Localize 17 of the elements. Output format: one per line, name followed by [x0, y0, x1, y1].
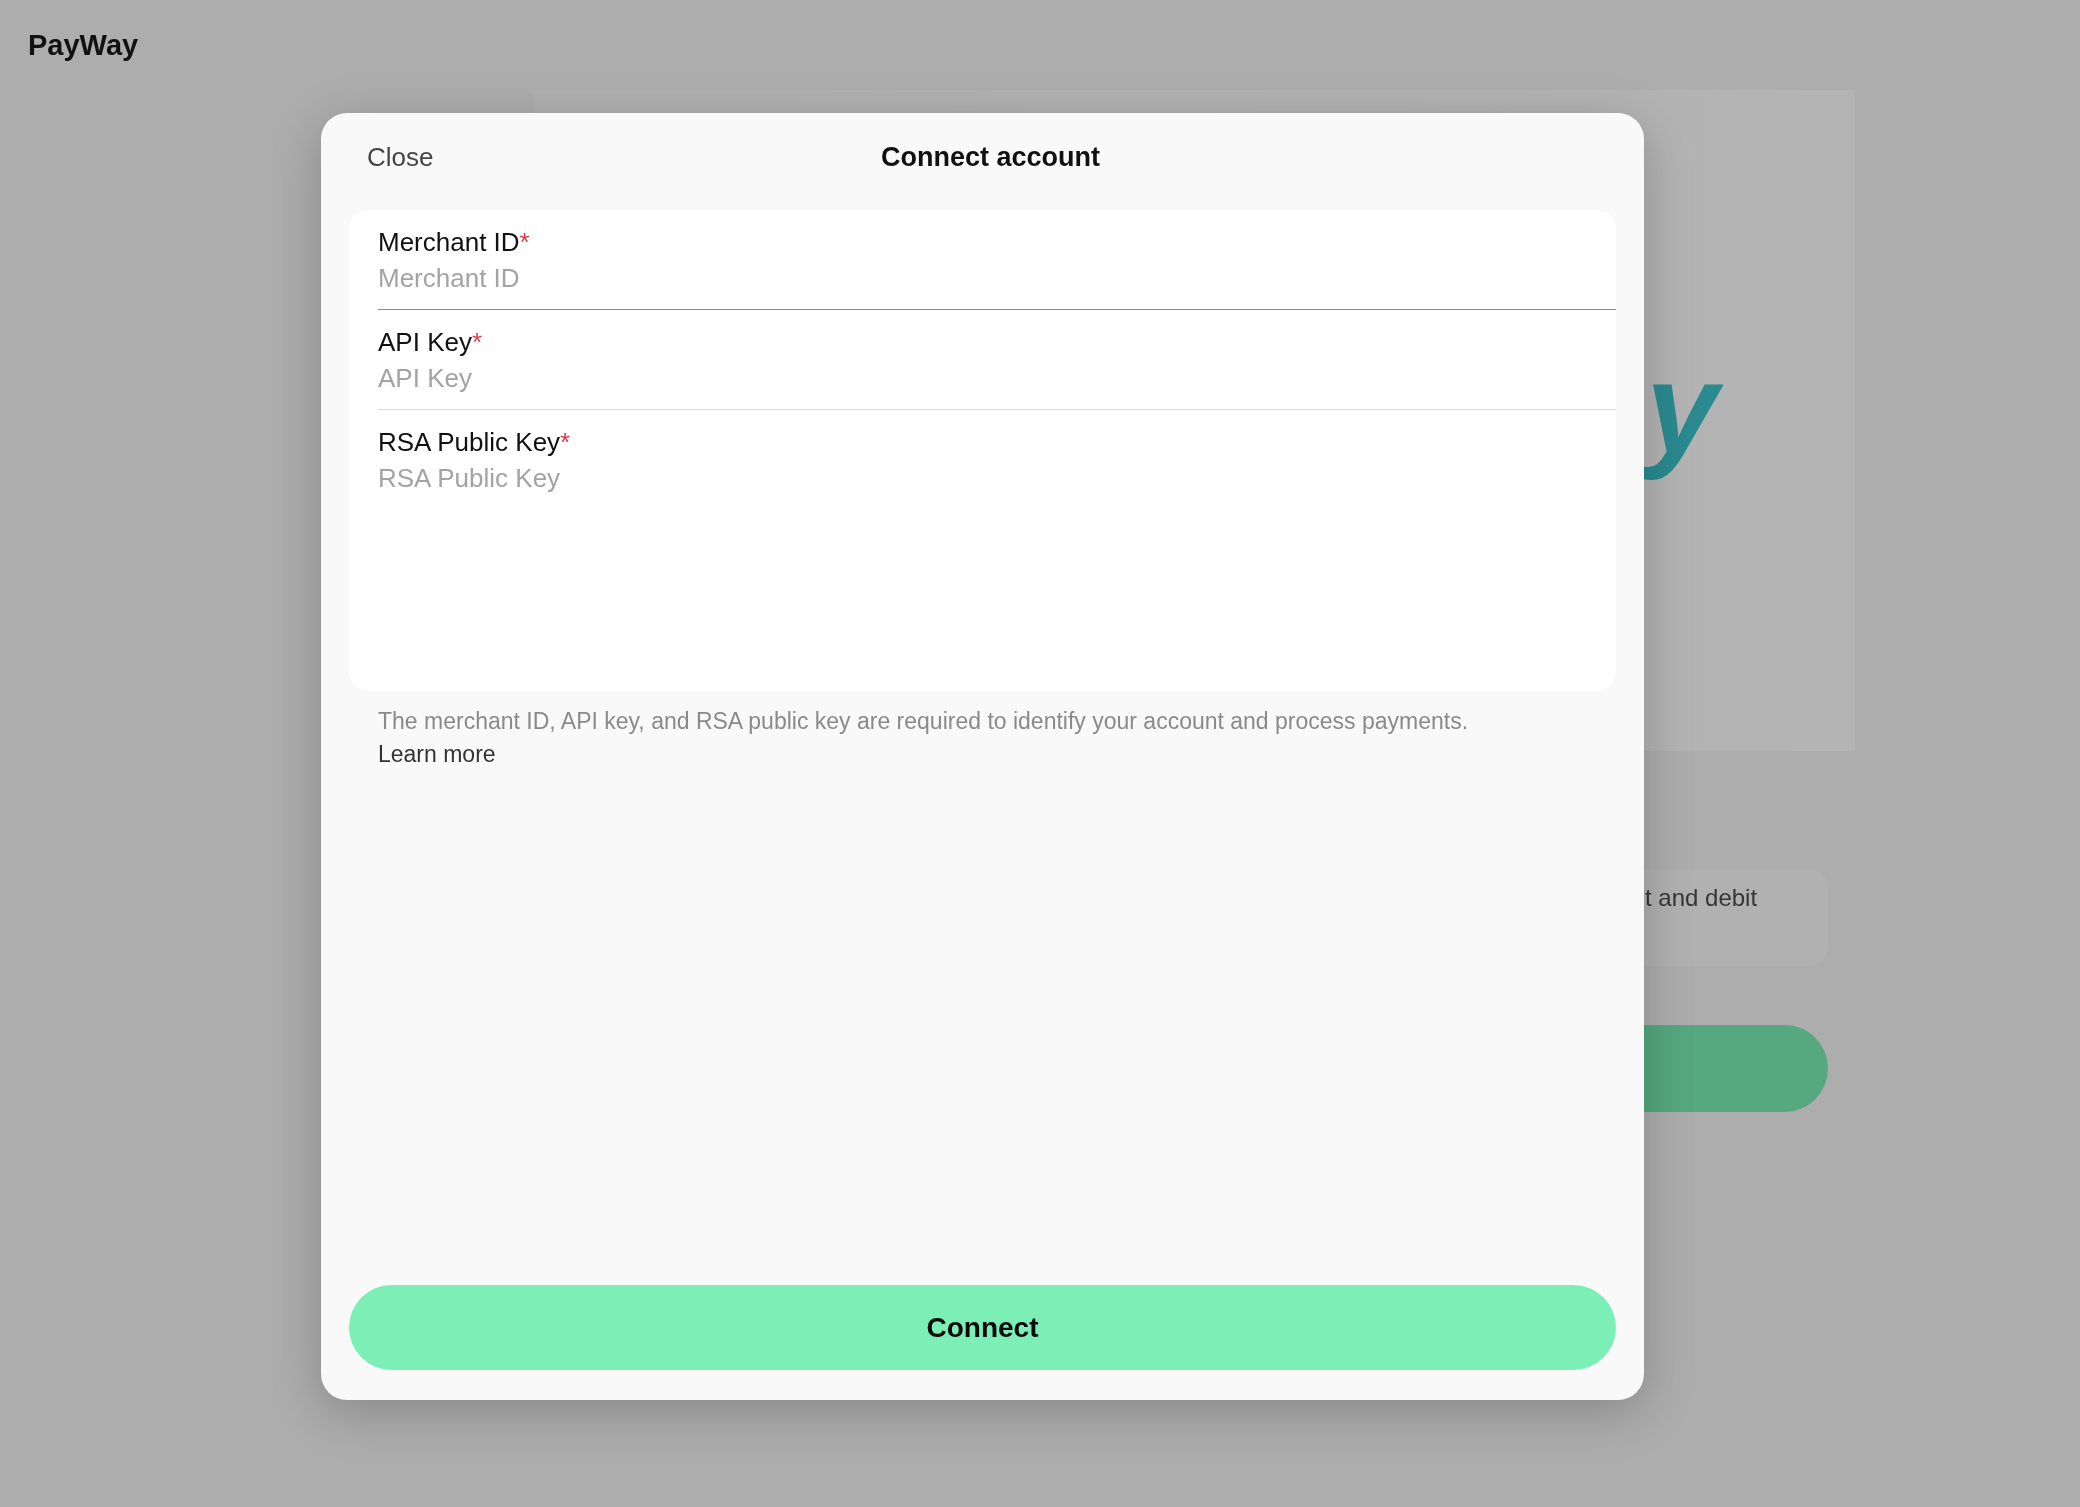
logo-text: y	[1632, 330, 1741, 486]
required-asterisk: *	[519, 227, 530, 257]
description-text: t and debit	[1645, 884, 1758, 911]
learn-more-link[interactable]: Learn more	[378, 741, 496, 767]
app-title: PayWay	[28, 28, 139, 62]
field-label: RSA Public Key	[378, 427, 561, 457]
helper-text: The merchant ID, API key, and RSA public key are required to identify your account and process payments. Learn more	[377, 707, 1470, 769]
required-asterisk: *	[471, 327, 483, 357]
required-asterisk: *	[560, 427, 571, 457]
connect-button[interactable]: Connect	[349, 1285, 1616, 1370]
input-field[interactable]: API Key	[349, 357, 1616, 410]
field-label: Merchant ID	[378, 227, 520, 257]
text-area[interactable]: RSA Public Key	[349, 457, 1616, 691]
field-label: API Key	[378, 327, 472, 357]
modal-title: Connect account	[881, 141, 1100, 173]
input-field[interactable]: Merchant ID	[349, 257, 1616, 310]
close-button[interactable]: Close	[367, 142, 434, 172]
